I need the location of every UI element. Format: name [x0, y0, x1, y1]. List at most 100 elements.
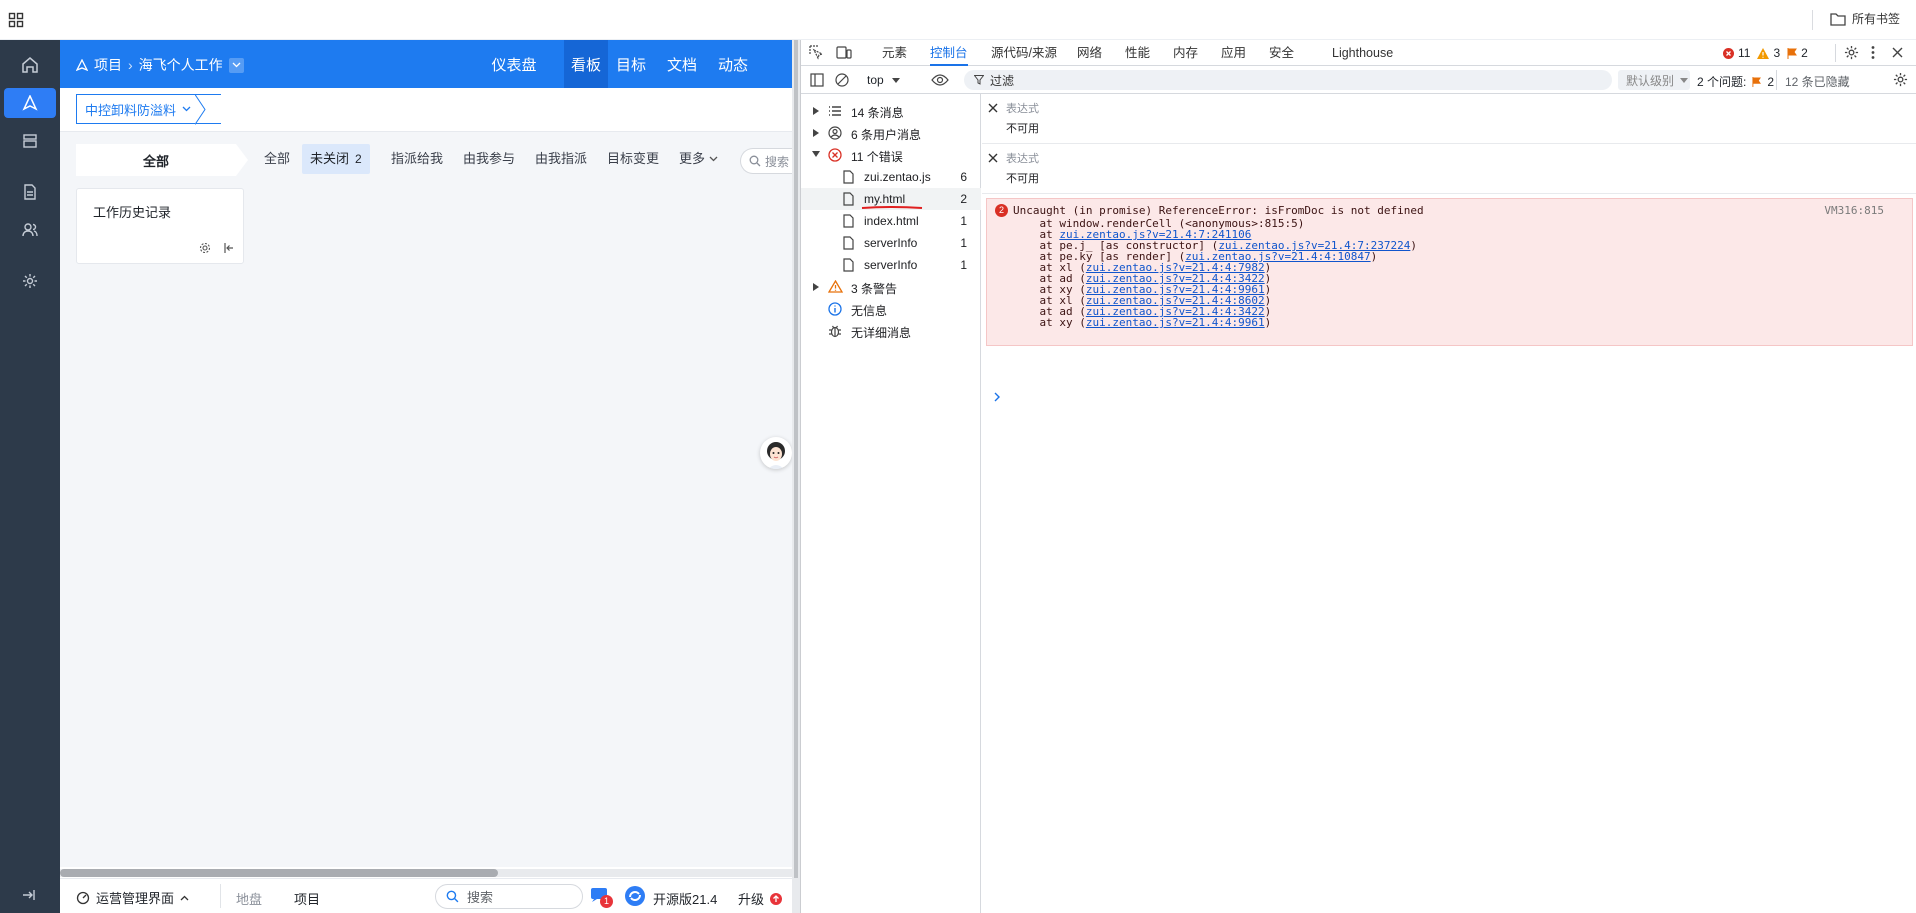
bottom-search-input[interactable]: 搜索: [435, 884, 583, 909]
side-errors[interactable]: 11 个错误: [801, 144, 981, 166]
filter-unclosed[interactable]: 未关闭 2: [302, 144, 370, 174]
devtools-tab-lighthouse[interactable]: Lighthouse: [1332, 40, 1393, 66]
side-warnings[interactable]: 3 条警告: [801, 276, 981, 298]
nav-users[interactable]: [4, 215, 56, 245]
bottom-crumb-project[interactable]: 项目: [294, 889, 320, 908]
breadcrumb-root[interactable]: 项目: [94, 55, 122, 75]
remove-expression-icon[interactable]: [988, 103, 998, 113]
devtools-status-counts[interactable]: 11 3 2: [1723, 46, 1808, 60]
chevron-down-icon: [232, 62, 241, 68]
bug-icon: [829, 325, 841, 338]
side-info[interactable]: 无信息: [801, 298, 981, 320]
filter-participated[interactable]: 由我参与: [455, 144, 523, 174]
sidebar-toggle-icon[interactable]: [810, 73, 824, 87]
list-icon: [829, 106, 841, 116]
tab-docs[interactable]: 文档: [661, 40, 703, 88]
context-select[interactable]: top: [861, 70, 906, 90]
devtools-resize-gutter[interactable]: [792, 40, 800, 913]
settings-gear-icon[interactable]: [1844, 45, 1859, 60]
remove-expression-icon[interactable]: [988, 153, 998, 163]
side-file-index[interactable]: index.html 1: [801, 210, 981, 232]
gear-icon[interactable]: [199, 242, 211, 254]
devtools-tab-performance[interactable]: 性能: [1125, 40, 1150, 66]
collapse-left-icon[interactable]: [223, 242, 235, 254]
devtools-tab-console[interactable]: 控制台: [930, 40, 968, 66]
filter-goal-change[interactable]: 目标变更: [599, 144, 667, 174]
nav-home[interactable]: [4, 50, 56, 80]
error-message-text[interactable]: Uncaught (in promise) ReferenceError: is…: [1013, 204, 1424, 217]
filter-more[interactable]: 更多: [671, 144, 726, 174]
vertical-scrollbar[interactable]: [794, 40, 798, 878]
project-selector-label: 中控卸料防溢料: [85, 102, 177, 118]
inspect-element-icon[interactable]: [809, 45, 824, 60]
side-all-messages[interactable]: 14 条消息: [801, 100, 981, 122]
tab-kanban[interactable]: 看板: [564, 40, 608, 88]
horizontal-scrollbar-track[interactable]: [60, 869, 792, 877]
bottom-crumb-my[interactable]: 地盘: [236, 889, 262, 908]
assistant-avatar[interactable]: [760, 437, 792, 469]
nav-settings[interactable]: [4, 266, 56, 296]
horizontal-scrollbar-thumb[interactable]: [60, 869, 498, 877]
console-prompt-icon[interactable]: [994, 392, 1001, 402]
filter-assigned-by-me[interactable]: 由我指派: [527, 144, 595, 174]
close-icon[interactable]: [1892, 47, 1903, 58]
more-options-icon[interactable]: [1870, 45, 1876, 60]
filter-all[interactable]: 全部: [256, 144, 298, 174]
side-verbose[interactable]: 无详细消息: [801, 320, 981, 342]
collapse-nav-button[interactable]: [0, 878, 60, 913]
tab-dashboard[interactable]: 仪表盘: [484, 40, 544, 88]
breadcrumb-dropdown[interactable]: [228, 57, 244, 73]
kanban-content: 全部 全部 未关闭 2 指派给我 由我参与 由我指派 目标变更 更多 搜索 工作…: [60, 132, 792, 877]
column-all-header[interactable]: 全部: [76, 144, 236, 176]
devtools-tab-sources[interactable]: 源代码/来源: [991, 40, 1057, 66]
apps-grid-icon[interactable]: [8, 12, 24, 28]
side-label: index.html: [864, 214, 919, 228]
issues-label: 2 个问题:: [1697, 75, 1747, 89]
live-expression-eye-icon[interactable]: [931, 74, 949, 86]
error-source-link[interactable]: VM316:815: [1824, 204, 1884, 217]
stack-frame-link[interactable]: zui.zentao.js?v=21.4:4:9961: [1086, 316, 1265, 329]
ai-chat-button[interactable]: 1: [590, 887, 613, 908]
nav-project[interactable]: [4, 88, 56, 118]
work-history-card[interactable]: 工作历史记录: [76, 188, 244, 264]
breadcrumb-current[interactable]: 海飞个人工作: [139, 55, 223, 75]
expression-label[interactable]: 表达式: [1006, 150, 1039, 166]
side-count: 2: [960, 192, 967, 206]
devtools-tab-security[interactable]: 安全: [1269, 40, 1294, 66]
console-filter-input[interactable]: 过滤: [964, 70, 1612, 90]
file-icon: [843, 258, 854, 272]
all-bookmarks-button[interactable]: 所有书签: [1830, 10, 1900, 27]
assistant-avatar-image: [767, 442, 785, 469]
console-error-message: 2 Uncaught (in promise) ReferenceError: …: [986, 198, 1913, 346]
tab-goals[interactable]: 目标: [610, 40, 652, 88]
devtools-tab-network[interactable]: 网络: [1077, 40, 1102, 66]
nav-docs[interactable]: [4, 177, 56, 207]
content-search-input[interactable]: 搜索: [740, 148, 792, 174]
issues-count: 2: [1767, 74, 1775, 89]
side-file-my[interactable]: my.html 2: [801, 188, 981, 210]
issues-link[interactable]: 2 个问题: 2: [1697, 73, 1774, 90]
caret-down-icon: [891, 77, 900, 83]
console-settings-gear-icon[interactable]: [1893, 72, 1908, 87]
log-level-select[interactable]: 默认级别: [1618, 70, 1690, 90]
tab-activity[interactable]: 动态: [712, 40, 754, 88]
warning-count: 3: [1773, 46, 1781, 60]
filter-assigned-to-me[interactable]: 指派给我: [383, 144, 451, 174]
devtools-tab-application[interactable]: 应用: [1221, 40, 1246, 66]
chevron-up-icon: [180, 895, 189, 900]
side-user-messages[interactable]: 6 条用户消息: [801, 122, 981, 144]
devtools-tab-elements[interactable]: 元素: [882, 40, 907, 66]
side-file-serverinfo[interactable]: serverInfo 1: [801, 232, 981, 254]
clear-console-icon[interactable]: [835, 73, 849, 87]
column-all-label: 全部: [142, 153, 169, 169]
mode-switcher[interactable]: 运营管理界面: [76, 888, 189, 907]
side-file-serverinfo-2[interactable]: serverInfo 1: [801, 254, 981, 276]
upgrade-button[interactable]: 升级: [738, 889, 783, 908]
filter-funnel-icon: [974, 75, 984, 85]
device-toolbar-icon[interactable]: [836, 45, 852, 60]
nav-tasks[interactable]: [4, 126, 56, 156]
devtools-tab-memory[interactable]: 内存: [1173, 40, 1198, 66]
side-file-zui[interactable]: zui.zentao.js 6: [801, 166, 981, 188]
expression-label[interactable]: 表达式: [1006, 100, 1039, 116]
mode-label: 运营管理界面: [96, 891, 175, 906]
